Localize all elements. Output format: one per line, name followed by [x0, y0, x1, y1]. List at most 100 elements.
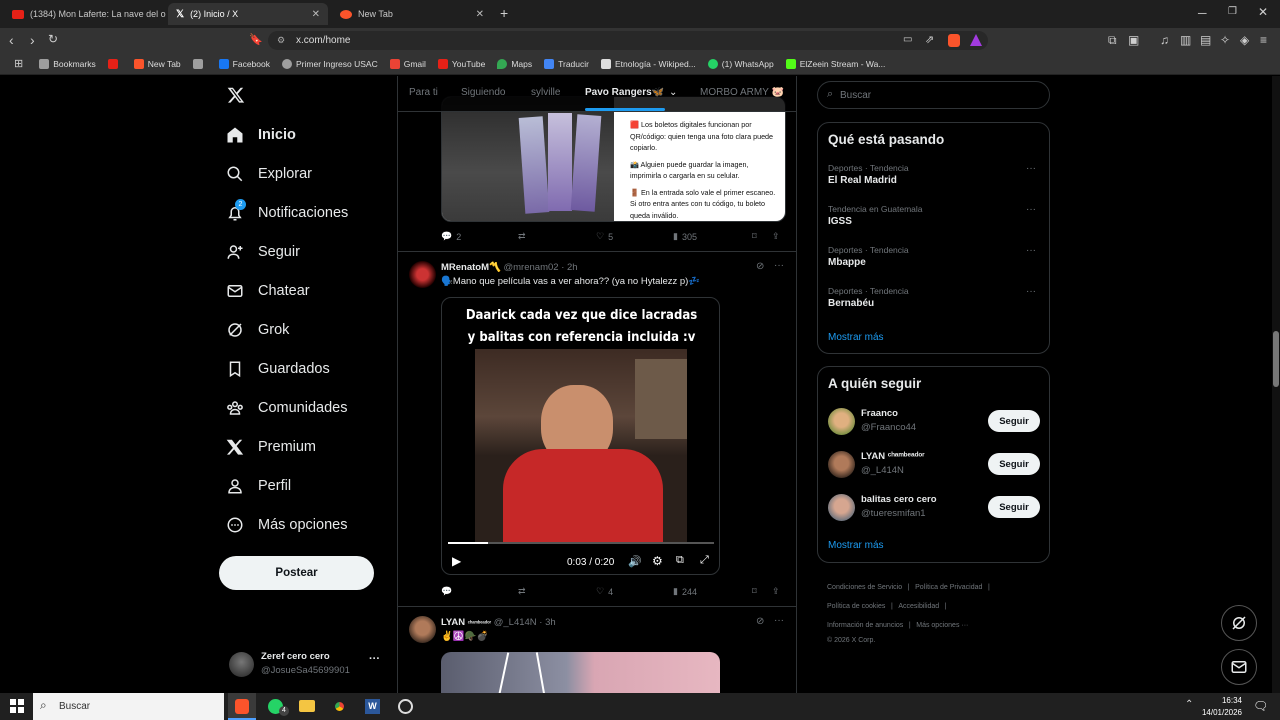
x-logo-icon[interactable] [227, 86, 245, 104]
show-more-link[interactable]: Mostrar más [828, 332, 884, 343]
sidebar-item-mas-opciones[interactable]: Más opciones [226, 516, 347, 534]
clock-time[interactable]: 16:34 [1202, 696, 1242, 705]
share-button[interactable]: ⇪ [772, 586, 780, 597]
author-name[interactable]: LYAN [441, 617, 465, 628]
avatar[interactable] [828, 451, 855, 478]
views-button[interactable]: ▮ 244 [673, 586, 697, 597]
site-info-icon[interactable]: ⚙ [277, 35, 285, 46]
grok-app-icon[interactable] [398, 699, 413, 714]
play-icon[interactable]: ▶ [452, 554, 461, 568]
fullscreen-icon[interactable]: ⤢ [700, 554, 709, 567]
more-icon[interactable]: ··· [1026, 163, 1036, 174]
trend-item[interactable]: Tendencia en Guatemala IGSS ··· [828, 204, 1038, 227]
more-icon[interactable]: ··· [369, 653, 380, 665]
bookmark-item[interactable]: Primer Ingreso USAC [276, 58, 384, 69]
like-button[interactable]: ♡ 4 [596, 586, 613, 597]
apps-icon[interactable]: ⊞ [8, 57, 33, 70]
more-icon[interactable]: ··· [1026, 245, 1036, 256]
brave-shields-icon[interactable] [948, 34, 960, 47]
avatar[interactable] [409, 261, 436, 288]
tab-pavo-rangers[interactable]: Pavo Rangers🦋 [585, 87, 664, 98]
bookmark-item[interactable]: ElZeein Stream - Wa... [780, 58, 892, 69]
extensions-icon[interactable]: ⧉ [1108, 33, 1117, 48]
more-icon[interactable]: ··· [774, 615, 784, 626]
show-more-link[interactable]: Mostrar más [828, 540, 884, 551]
cast-icon[interactable]: ▭ [903, 34, 912, 45]
close-tab-icon[interactable]: ✕ [312, 9, 320, 20]
browser-tab-newtab[interactable]: New Tab ✕ [332, 3, 492, 25]
footer-link[interactable]: Política de cookies [827, 603, 885, 610]
bookmark-item[interactable]: New Tab [128, 58, 187, 69]
bookmark-page-icon[interactable]: 🔖 [249, 33, 263, 46]
sidebar-item-chatear[interactable]: Chatear [226, 282, 310, 300]
taskbar-brave[interactable] [228, 693, 256, 720]
chrome-icon[interactable] [332, 699, 347, 714]
sidebar-item-grok[interactable]: Grok [226, 321, 289, 339]
chevron-down-icon[interactable]: ⌄ [669, 87, 677, 98]
sidebar-item-guardados[interactable]: Guardados [226, 360, 330, 378]
views-button[interactable]: ▮ 305 [673, 231, 697, 242]
clock-date[interactable]: 14/01/2026 [1198, 708, 1242, 717]
sidebar-item-premium[interactable]: Premium [226, 438, 316, 456]
scrollbar-thumb[interactable] [1273, 331, 1279, 387]
search-input[interactable]: ⌕ Buscar [817, 81, 1050, 109]
author-handle[interactable]: @_L414N [494, 617, 537, 628]
reload-icon[interactable]: ↻ [48, 32, 58, 46]
avatar[interactable] [409, 616, 436, 643]
bookmark-item[interactable]: Bookmarks [33, 58, 102, 69]
windows-start-icon[interactable] [10, 699, 24, 713]
file-explorer-icon[interactable] [299, 700, 315, 712]
bookmark-item[interactable]: Etnología - Wikiped... [595, 58, 702, 69]
post-button[interactable]: Postear [219, 556, 374, 590]
close-window-button[interactable]: ✕ [1258, 5, 1268, 19]
share-icon[interactable]: ⇗ [925, 33, 934, 46]
wallet-icon[interactable]: ▤ [1200, 33, 1211, 47]
tab-siguiendo[interactable]: Siguiendo [461, 87, 505, 98]
url-field[interactable]: ⚙ x.com/home [268, 31, 988, 50]
screenshot-icon[interactable]: ▣ [1128, 33, 1139, 47]
menu-icon[interactable]: ≡ [1260, 33, 1267, 47]
minimize-button[interactable]: ─ [1198, 6, 1207, 20]
brave-rewards-icon[interactable] [970, 34, 982, 46]
settings-icon[interactable]: ⚙ [652, 554, 663, 568]
bookmark-item[interactable]: (1) WhatsApp [702, 58, 780, 69]
leo-ai-icon[interactable]: ✧ [1220, 33, 1230, 47]
footer-link[interactable]: Información de anuncios [827, 622, 903, 629]
avatar[interactable] [828, 494, 855, 521]
forward-icon[interactable]: › [30, 32, 35, 48]
messages-float-button[interactable] [1221, 649, 1257, 685]
sidebar-item-notificaciones[interactable]: 2 Notificaciones [226, 199, 348, 222]
grok-float-button[interactable] [1221, 605, 1257, 641]
notification-center-icon[interactable]: 🗨 [1253, 699, 1268, 713]
post1-media[interactable]: 🟥 Los boletos digitales funcionan por QR… [441, 96, 786, 222]
repost-button[interactable]: ⇄ [518, 231, 526, 242]
bookmark-item[interactable] [187, 58, 213, 69]
taskbar-whatsapp[interactable]: 4 [262, 693, 290, 720]
author-handle[interactable]: @mrenam02 [504, 262, 559, 273]
sidebar-item-perfil[interactable]: Perfil [226, 477, 291, 495]
follow-button[interactable]: Seguir [988, 453, 1040, 475]
pip-icon[interactable]: ⧉ [676, 554, 684, 567]
footer-link[interactable]: Condiciones de Servicio [827, 584, 902, 591]
video-progress-track[interactable] [448, 542, 714, 544]
bookmark-item[interactable]: Facebook [213, 58, 276, 69]
reply-button[interactable]: 💬 [441, 586, 452, 597]
sidebar-toggle-icon[interactable]: ▥ [1180, 33, 1191, 47]
page-scrollbar[interactable] [1272, 76, 1280, 693]
footer-link[interactable]: Accesibilidad [898, 603, 939, 610]
avatar[interactable] [828, 408, 855, 435]
browser-tab-youtube[interactable]: (1384) Mon Laferte: La nave del olvid [4, 3, 166, 25]
author-name[interactable]: MRenatoM〽️ [441, 262, 501, 273]
bookmark-item[interactable]: Maps [491, 58, 538, 69]
suggested-name[interactable]: Fraanco [861, 408, 898, 419]
media-icon[interactable]: ♫ [1160, 33, 1169, 47]
trend-item[interactable]: Deportes · Tendencia El Real Madrid ··· [828, 163, 1038, 186]
vpn-icon[interactable]: ◈ [1240, 33, 1249, 47]
post-time[interactable]: · 2h [561, 262, 577, 273]
footer-link[interactable]: Política de Privacidad [915, 584, 982, 591]
repost-button[interactable]: ⇄ [518, 586, 526, 597]
sidebar-item-comunidades[interactable]: Comunidades [226, 399, 347, 417]
suggested-name[interactable]: LYAN ᶜʰᵃᵐᵇᵉᵃᵈᵒʳ [861, 451, 925, 462]
account-switcher[interactable]: Zeref cero cero @JosueSa45699901 ··· [229, 650, 389, 680]
post3-image[interactable] [441, 652, 720, 693]
